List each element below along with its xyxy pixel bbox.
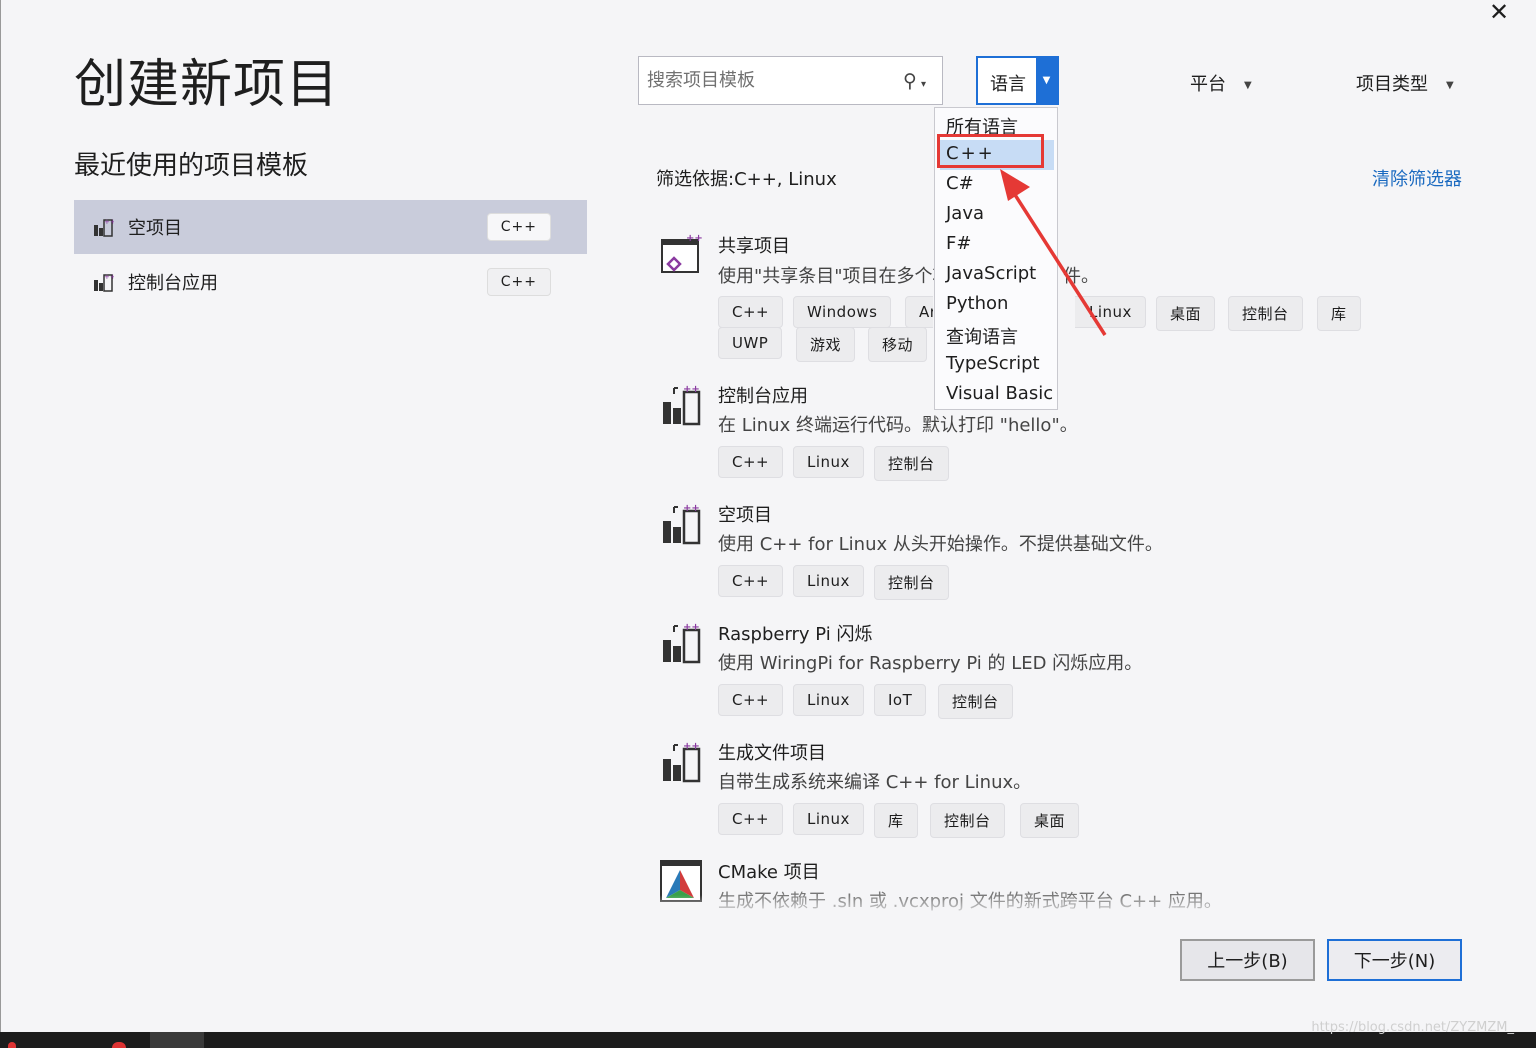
annotation-arrow bbox=[1000, 169, 1107, 336]
template-name: CMake 项目 bbox=[718, 862, 820, 883]
tag: Linux bbox=[793, 684, 864, 716]
dropdown-option-visual-basic[interactable]: Visual Basic bbox=[946, 383, 1053, 404]
template-name: 空项目 bbox=[718, 505, 772, 526]
svg-text:++: ++ bbox=[104, 218, 114, 226]
project-template-icon: ++ bbox=[663, 741, 701, 783]
close-icon[interactable]: ✕ bbox=[1486, 0, 1512, 26]
shared-project-icon: ++ bbox=[661, 233, 703, 273]
tag: 库 bbox=[874, 803, 918, 838]
tag: C++ bbox=[718, 684, 784, 716]
annotation-highlight-box bbox=[937, 134, 1044, 168]
page-title: 创建新项目 bbox=[74, 55, 340, 115]
dropdown-option-java[interactable]: Java bbox=[946, 203, 984, 224]
template-item-makefile-project[interactable]: ++ bbox=[660, 741, 702, 787]
chevron-down-icon[interactable]: ▼ bbox=[1036, 58, 1057, 103]
tag: 游戏 bbox=[796, 327, 856, 362]
template-name: 共享项目 bbox=[718, 236, 790, 257]
dropdown-option-csharp[interactable]: C# bbox=[946, 173, 974, 194]
chevron-down-icon: ▼ bbox=[1446, 79, 1454, 91]
language-tag: C++ bbox=[486, 268, 551, 296]
platform-filter-label: 平台 bbox=[1190, 74, 1226, 95]
chevron-down-icon: ▼ bbox=[1244, 79, 1252, 91]
recent-templates-heading: 最近使用的项目模板 bbox=[74, 151, 309, 181]
tag: UWP bbox=[718, 327, 783, 359]
language-filter-label: 语言 bbox=[990, 74, 1026, 95]
filter-summary: 筛选依据:C++, Linux bbox=[656, 169, 837, 190]
dropdown-option-typescript[interactable]: TypeScript bbox=[946, 353, 1040, 374]
window-border bbox=[0, 0, 1, 1032]
platform-filter-dropdown[interactable]: 平台 ▼ bbox=[1190, 70, 1252, 96]
tag: 控制台 bbox=[874, 446, 949, 481]
tag: 桌面 bbox=[1156, 296, 1216, 331]
tag: 桌面 bbox=[1020, 803, 1080, 838]
taskbar-active-app[interactable] bbox=[150, 1032, 204, 1048]
project-type-filter-label: 项目类型 bbox=[1356, 74, 1428, 95]
template-description: 在 Linux 终端运行代码。默认打印 "hello"。 bbox=[718, 415, 1078, 436]
tag: Linux bbox=[793, 803, 864, 835]
svg-text:++: ++ bbox=[683, 384, 700, 395]
dropdown-option-fsharp[interactable]: F# bbox=[946, 233, 971, 254]
template-description: 使用"共享条目"项目在多个项 bbox=[718, 266, 951, 287]
tag: Linux bbox=[793, 565, 864, 597]
tag-row: C++ bbox=[718, 296, 784, 328]
svg-text:++: ++ bbox=[104, 273, 114, 281]
tag: C++ bbox=[718, 296, 784, 328]
project-template-icon: ++ bbox=[663, 503, 701, 545]
recent-item-empty-project[interactable]: ++ 空项目 C++ bbox=[74, 200, 587, 254]
svg-text:++: ++ bbox=[686, 234, 702, 244]
watermark-text: https://blog.csdn.net/ZYZMZM_ bbox=[1311, 1020, 1514, 1035]
taskbar-app-icon[interactable] bbox=[112, 1042, 126, 1048]
template-name: Raspberry Pi 闪烁 bbox=[718, 624, 873, 645]
tag: C++ bbox=[718, 446, 784, 478]
tag: C++ bbox=[718, 803, 784, 835]
tag: 库 bbox=[1317, 296, 1361, 331]
project-template-icon: ++ bbox=[663, 384, 701, 426]
tag: IoT bbox=[874, 684, 927, 716]
project-type-filter-dropdown[interactable]: 项目类型 ▼ bbox=[1356, 70, 1454, 96]
language-tag: C++ bbox=[486, 213, 551, 241]
clear-filters-link[interactable]: 清除筛选器 bbox=[1372, 165, 1462, 191]
recent-item-console-app[interactable]: ++ 控制台应用 C++ bbox=[74, 255, 587, 309]
template-item-shared-project[interactable]: ++ bbox=[660, 233, 703, 280]
template-description: 使用 C++ for Linux 从头开始操作。不提供基础文件。 bbox=[718, 534, 1163, 555]
back-button[interactable]: 上一步(B) bbox=[1180, 939, 1315, 981]
template-item-empty-project[interactable]: ++ bbox=[660, 503, 702, 549]
template-item-raspberry-pi[interactable]: ++ bbox=[660, 622, 702, 668]
tag: 控制台 bbox=[930, 803, 1005, 838]
tag: 移动 bbox=[868, 327, 928, 362]
tag: 控制台 bbox=[1228, 296, 1303, 331]
recent-item-label: 控制台应用 bbox=[128, 273, 218, 294]
svg-text:++: ++ bbox=[683, 622, 700, 633]
template-item-console-app[interactable]: ++ bbox=[660, 384, 702, 430]
template-name: 控制台应用 bbox=[718, 386, 808, 407]
taskbar-app-icon[interactable] bbox=[8, 1042, 16, 1048]
tag: Linux bbox=[793, 446, 864, 478]
search-input[interactable] bbox=[645, 69, 899, 92]
tag: Ar bbox=[905, 296, 933, 328]
tag: 控制台 bbox=[874, 565, 949, 600]
project-template-icon: ++ bbox=[94, 273, 114, 292]
next-button[interactable]: 下一步(N) bbox=[1327, 939, 1462, 981]
project-template-icon: ++ bbox=[94, 218, 114, 237]
svg-text:++: ++ bbox=[683, 741, 700, 752]
template-description: 使用 WiringPi for Raspberry Pi 的 LED 闪烁应用。 bbox=[718, 653, 1143, 674]
search-box[interactable]: ⚲▾ bbox=[638, 56, 943, 105]
tag: Windows bbox=[793, 296, 892, 328]
list-fade bbox=[640, 895, 1480, 915]
language-filter-dropdown[interactable]: 语言 ▼ bbox=[976, 56, 1059, 105]
recent-item-label: 空项目 bbox=[128, 218, 182, 239]
template-description: 自带生成系统来编译 C++ for Linux。 bbox=[718, 772, 1032, 793]
tag: C++ bbox=[718, 565, 784, 597]
svg-text:++: ++ bbox=[683, 503, 700, 514]
template-name: 生成文件项目 bbox=[718, 743, 826, 764]
tag: 控制台 bbox=[938, 684, 1013, 719]
taskbar bbox=[0, 1032, 1536, 1048]
project-template-icon: ++ bbox=[663, 622, 701, 664]
search-icon[interactable]: ⚲ ▾ bbox=[903, 70, 926, 92]
